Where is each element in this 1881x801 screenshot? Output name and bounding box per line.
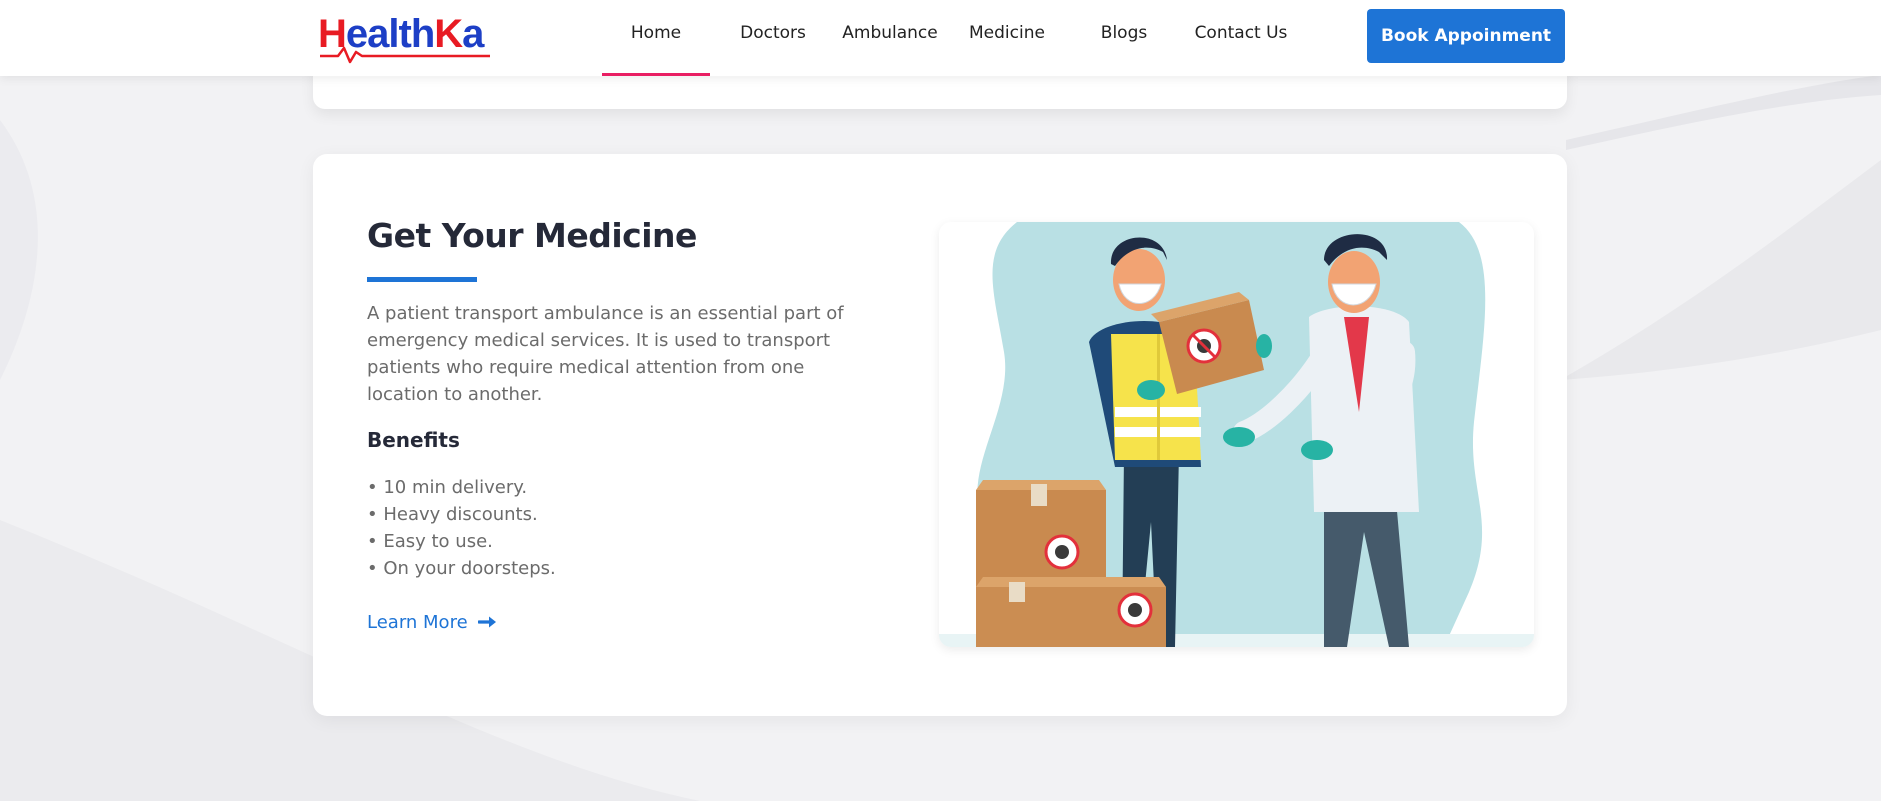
benefit-item: Heavy discounts. — [367, 501, 556, 528]
medicine-card: Get Your Medicine A patient transport am… — [313, 154, 1567, 716]
section-description: A patient transport ambulance is an esse… — [367, 303, 844, 405]
healthka-logo[interactable]: HealthKa — [318, 6, 490, 64]
benefits-list: 10 min delivery. Heavy discounts. Easy t… — [367, 474, 556, 582]
benefits-heading: Benefits — [367, 428, 460, 452]
benefit-item: Easy to use. — [367, 528, 556, 555]
book-appointment-button[interactable]: Book Appoinment — [1367, 9, 1565, 63]
nav-home[interactable]: Home — [602, 0, 710, 76]
benefit-item: 10 min delivery. — [367, 474, 556, 501]
learn-more-label: Learn More — [367, 611, 468, 633]
learn-more-link[interactable]: Learn More — [367, 607, 498, 637]
heartbeat-icon — [320, 46, 490, 64]
site-header: HealthKa Home Doctors Ambulance Medicine… — [0, 0, 1881, 76]
benefit-item: On your doorsteps. — [367, 555, 555, 582]
medicine-delivery-illustration — [939, 222, 1534, 647]
title-underline — [367, 277, 477, 282]
section-title: Get Your Medicine — [367, 216, 697, 255]
nav-ambulance[interactable]: Ambulance — [836, 0, 944, 76]
arrow-right-icon — [477, 616, 496, 628]
nav-contact-us[interactable]: Contact Us — [1190, 0, 1292, 76]
nav-medicine[interactable]: Medicine — [960, 0, 1054, 76]
nav-blogs[interactable]: Blogs — [1090, 0, 1158, 76]
nav-doctors[interactable]: Doctors — [728, 0, 818, 76]
